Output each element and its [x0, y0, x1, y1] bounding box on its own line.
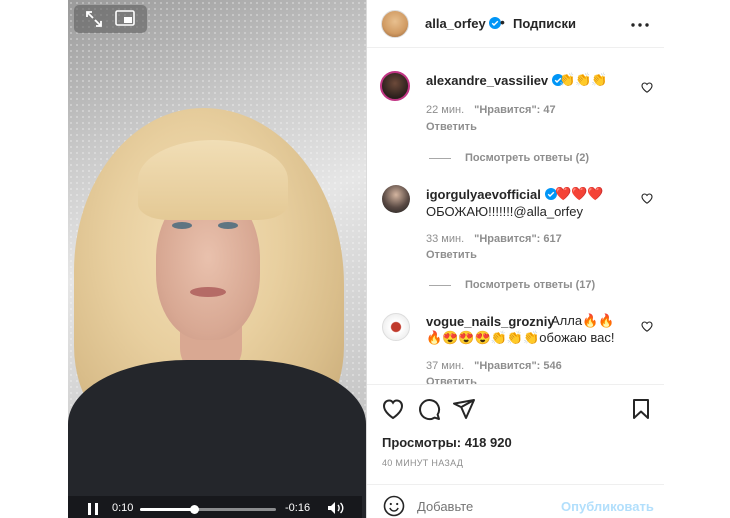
- comment-time: 37 мин.: [426, 360, 465, 372]
- comment-text: ❤️❤️❤️: [555, 186, 604, 201]
- comment-text: Алла🔥🔥: [551, 313, 615, 328]
- comment-username[interactable]: vogue_nails_grozniy: [426, 314, 555, 329]
- emoji-icon[interactable]: [383, 495, 405, 517]
- heart-icon[interactable]: [641, 321, 653, 332]
- reply-button[interactable]: Ответить: [426, 121, 477, 133]
- header-separator: •: [500, 14, 505, 30]
- video-remaining-time: -0:16: [285, 502, 311, 514]
- author-username-text[interactable]: alla_orfey: [425, 16, 486, 31]
- more-icon[interactable]: [631, 23, 649, 27]
- comment-username-text[interactable]: alexandre_vassiliev: [426, 73, 548, 88]
- pip-icon[interactable]: [115, 10, 135, 26]
- post-header: alla_orfey • Подписки: [367, 0, 664, 48]
- replies-divider: [429, 158, 451, 159]
- backdrop-left: [0, 0, 68, 518]
- commenter-avatar[interactable]: [382, 313, 410, 341]
- comment-username-text[interactable]: igorgulyaevofficial: [426, 187, 541, 202]
- pause-icon[interactable]: [86, 502, 100, 516]
- volume-icon[interactable]: [327, 501, 345, 515]
- video-player[interactable]: [68, 0, 366, 518]
- comment-meta: 22 мин. "Нравится": 47: [426, 104, 556, 116]
- comment-likes[interactable]: "Нравится": 546: [474, 360, 562, 372]
- comment-meta: 37 мин. "Нравится": 546: [426, 360, 562, 372]
- comment-composer: Опубликовать: [367, 484, 664, 518]
- comments-list[interactable]: alexandre_vassiliev 👏👏👏 22 мин. "Нравится…: [367, 49, 664, 384]
- commenter-avatar[interactable]: [380, 71, 410, 101]
- comment-text-line2: ОБОЖАЮ!!!!!!!@alla_orfey: [426, 204, 583, 219]
- heart-icon[interactable]: [641, 193, 653, 204]
- publish-button[interactable]: Опубликовать: [561, 499, 654, 514]
- comment-meta: 33 мин. "Нравится": 617: [426, 233, 562, 245]
- comment-likes[interactable]: "Нравится": 617: [474, 233, 562, 245]
- commenter-avatar[interactable]: [382, 185, 410, 213]
- post-actions: Просмотры: 418 920 40 МИНУТ НАЗАД: [367, 384, 664, 484]
- video-frame-eye-right: [218, 222, 238, 229]
- backdrop-right: [663, 0, 730, 518]
- author-avatar[interactable]: [381, 10, 409, 38]
- post-timestamp[interactable]: 40 МИНУТ НАЗАД: [382, 458, 463, 468]
- comment-time: 33 мин.: [426, 233, 465, 245]
- video-frame-body: [68, 360, 366, 518]
- comment-input[interactable]: [417, 499, 557, 514]
- follow-state-button[interactable]: Подписки: [513, 16, 576, 31]
- replies-divider: [429, 285, 451, 286]
- comment-icon[interactable]: [417, 397, 441, 421]
- heart-icon[interactable]: [641, 82, 653, 93]
- video-current-time: 0:10: [112, 502, 134, 514]
- view-replies-button[interactable]: Посмотреть ответы (17): [465, 279, 595, 291]
- video-seek-progress: [140, 508, 195, 511]
- expand-icon[interactable]: [85, 10, 103, 28]
- video-seek-bar[interactable]: [140, 505, 276, 514]
- share-icon[interactable]: [452, 397, 476, 421]
- comment-text: 👏👏👏: [559, 72, 608, 87]
- comment-username[interactable]: alexandre_vassiliev: [426, 73, 564, 88]
- reply-button[interactable]: Ответить: [426, 376, 477, 384]
- heart-icon[interactable]: [381, 397, 405, 421]
- views-count[interactable]: Просмотры: 418 920: [382, 435, 512, 450]
- post-side-panel: alla_orfey • Подписки alexandre_vassilie…: [366, 0, 664, 518]
- video-frame-bangs: [138, 140, 288, 220]
- comment-likes[interactable]: "Нравится": 47: [474, 104, 555, 116]
- view-replies-button[interactable]: Посмотреть ответы (2): [465, 152, 589, 164]
- author-username[interactable]: alla_orfey: [425, 16, 502, 31]
- instagram-post-page: 0:10 -0:16 alla_orfey • Подписки alexand…: [0, 0, 730, 518]
- video-frame-mouth: [190, 287, 226, 297]
- video-frame-eye-left: [172, 222, 192, 229]
- comment-username[interactable]: igorgulyaevofficial: [426, 187, 557, 202]
- bookmark-icon[interactable]: [629, 397, 653, 421]
- comment-time: 22 мин.: [426, 104, 465, 116]
- reply-button[interactable]: Ответить: [426, 249, 477, 261]
- comment-text-line2: 🔥😍😍😍👏👏👏обожаю вас!: [426, 330, 615, 345]
